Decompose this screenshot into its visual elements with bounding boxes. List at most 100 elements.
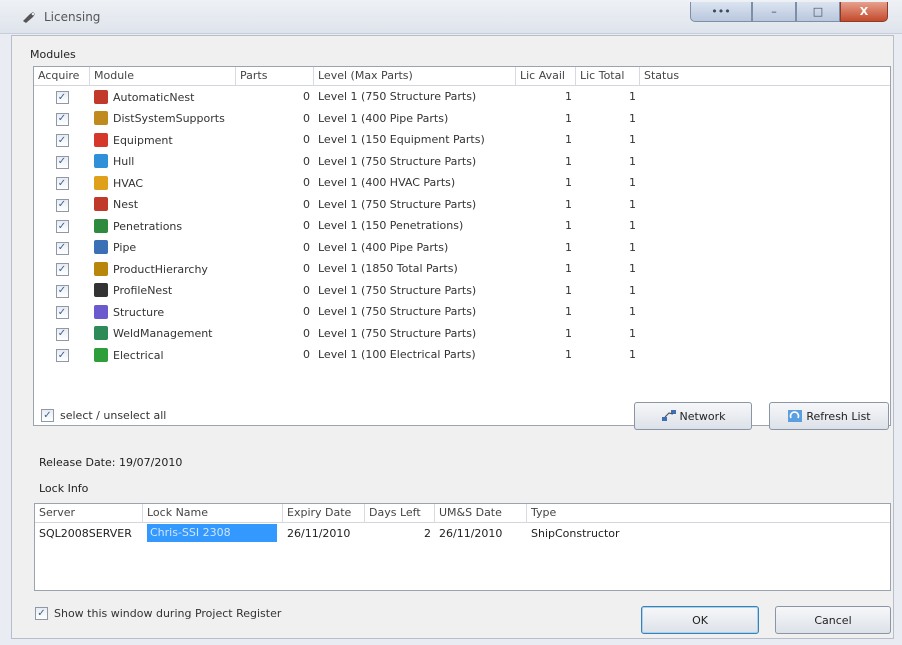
acquire-checkbox[interactable]: ✓: [55, 134, 69, 147]
column-header-lic-total[interactable]: Lic Total: [576, 67, 640, 86]
acquire-checkbox[interactable]: ✓: [55, 284, 69, 298]
acquire-cell: ✓: [34, 90, 90, 104]
lock-info-row[interactable]: SQL2008SERVER Chris-SSI 2308 26/11/2010 …: [35, 523, 890, 543]
column-header-module[interactable]: Module: [90, 67, 236, 86]
module-name: Pipe: [113, 241, 137, 255]
select-all-checkbox[interactable]: ✓ select / unselect all: [41, 409, 166, 422]
maximize-button[interactable]: □: [796, 2, 840, 22]
modules-list-header: Acquire Module Parts Level (Max Parts) L…: [34, 67, 890, 86]
show-window-checkbox[interactable]: ✓ Show this window during Project Regist…: [35, 607, 281, 620]
lic-total-cell: 1: [629, 348, 636, 362]
modules-list-body: ✓ AutomaticNest 0 Level 1 (750 Structure Pa…: [34, 86, 890, 366]
column-header-parts[interactable]: Parts: [236, 67, 314, 86]
module-row[interactable]: ✓ Penetrations 0 Level 1 (150 Penetrations)…: [34, 215, 890, 237]
acquire-checkbox[interactable]: ✓: [55, 327, 69, 341]
select-all-check-icon[interactable]: ✓: [41, 409, 54, 422]
acquire-checkbox[interactable]: ✓: [55, 220, 69, 233]
lic-avail-cell: 1: [565, 283, 572, 297]
lic-total-cell: 1: [629, 90, 636, 104]
module-row[interactable]: ✓ WeldManagement 0 Level 1 (750 Structure P…: [34, 323, 890, 345]
module-name: Nest: [113, 198, 139, 212]
acquire-cell: ✓: [34, 219, 90, 233]
ok-button[interactable]: OK: [641, 606, 759, 634]
modules-section-label: Modules: [30, 48, 76, 61]
lock-days-left-cell: 2: [424, 526, 431, 540]
weldmanagement-icon: [94, 326, 108, 341]
refresh-list-button[interactable]: Refresh List: [769, 402, 889, 430]
acquire-checkbox[interactable]: ✓: [55, 155, 69, 169]
structure-icon: [94, 304, 108, 319]
modules-list[interactable]: Acquire Module Parts Level (Max Parts) L…: [33, 66, 891, 426]
lic-total-cell: 1: [629, 111, 636, 125]
module-row[interactable]: ✓ Equipment 0 Level 1 (150 Equipment Parts)…: [34, 129, 890, 151]
module-row[interactable]: ✓ Nest 0 Level 1 (750 Structure Parts) 1 1: [34, 194, 890, 216]
column-header-expiry-date[interactable]: Expiry Date: [283, 504, 365, 523]
module-row[interactable]: ✓ DistSystemSupports 0 Level 1 (400 Pipe Pa…: [34, 108, 890, 130]
module-row[interactable]: ✓ Structure 0 Level 1 (750 Structure Parts)…: [34, 301, 890, 323]
lock-expiry-cell: 26/11/2010: [287, 526, 351, 540]
module-row[interactable]: ✓ ProfileNest 0 Level 1 (750 Structure Part…: [34, 280, 890, 302]
hull-icon: [94, 154, 108, 169]
acquire-cell: ✓: [34, 283, 90, 298]
parts-cell: 0: [303, 219, 310, 233]
acquire-checkbox[interactable]: ✓: [55, 198, 69, 212]
module-name: AutomaticNest: [113, 90, 195, 104]
cancel-button[interactable]: Cancel: [775, 606, 891, 634]
column-header-ums-date[interactable]: UM&S Date: [435, 504, 527, 523]
module-name: Hull: [113, 155, 135, 169]
producthierarchy-icon: [94, 261, 108, 276]
column-header-level[interactable]: Level (Max Parts): [314, 67, 516, 86]
column-header-acquire[interactable]: Acquire: [34, 67, 90, 86]
parts-cell: 0: [303, 240, 310, 254]
lock-name-selected[interactable]: Chris-SSI 2308: [147, 524, 277, 542]
column-header-type[interactable]: Type: [527, 504, 890, 523]
acquire-checkbox[interactable]: ✓: [55, 177, 69, 190]
column-header-days-left[interactable]: Days Left: [365, 504, 435, 523]
column-header-server[interactable]: Server: [35, 504, 143, 523]
lic-total-cell: 1: [629, 197, 636, 211]
acquire-checkbox[interactable]: ✓: [55, 306, 69, 319]
module-cell: Hull: [90, 154, 236, 169]
lic-avail-cell: 1: [565, 219, 572, 233]
lock-info-list[interactable]: Server Lock Name Expiry Date Days Left U…: [34, 503, 891, 591]
window-extra-button[interactable]: •••: [690, 2, 752, 22]
level-cell: Level 1 (750 Structure Parts): [318, 326, 477, 340]
column-header-lic-avail[interactable]: Lic Avail: [516, 67, 576, 86]
electrical-icon: [94, 347, 108, 362]
module-name: DistSystemSupports: [113, 112, 225, 126]
module-row[interactable]: ✓ AutomaticNest 0 Level 1 (750 Structure Pa…: [34, 86, 890, 108]
module-name: Structure: [113, 305, 165, 319]
level-cell: Level 1 (750 Structure Parts): [318, 283, 477, 297]
lic-avail-cell: 1: [565, 176, 572, 190]
acquire-cell: ✓: [34, 240, 90, 255]
lic-total-cell: 1: [629, 283, 636, 297]
acquire-checkbox[interactable]: ✓: [55, 263, 69, 276]
acquire-checkbox[interactable]: ✓: [55, 349, 69, 362]
lic-avail-cell: 1: [565, 90, 572, 104]
network-button[interactable]: Network: [634, 402, 752, 430]
module-name: WeldManagement: [113, 327, 213, 341]
module-row[interactable]: ✓ ProductHierarchy 0 Level 1 (1850 Total Pa…: [34, 258, 890, 280]
acquire-cell: ✓: [34, 326, 90, 341]
parts-cell: 0: [303, 111, 310, 125]
show-window-check-icon[interactable]: ✓: [35, 607, 48, 620]
close-button[interactable]: X: [840, 2, 888, 22]
module-row[interactable]: ✓ Pipe 0 Level 1 (400 Pipe Parts) 1 1: [34, 237, 890, 259]
module-row[interactable]: ✓ Electrical 0 Level 1 (100 Electrical Part…: [34, 344, 890, 366]
minimize-button[interactable]: –: [752, 2, 796, 22]
module-cell: Equipment: [90, 132, 236, 147]
lic-avail-cell: 1: [565, 305, 572, 319]
module-row[interactable]: ✓ HVAC 0 Level 1 (400 HVAC Parts) 1 1: [34, 172, 890, 194]
lic-total-cell: 1: [629, 326, 636, 340]
refresh-list-label: Refresh List: [806, 409, 871, 423]
acquire-checkbox[interactable]: ✓: [55, 91, 69, 104]
acquire-checkbox[interactable]: ✓: [55, 112, 69, 126]
acquire-cell: ✓: [34, 262, 90, 276]
acquire-checkbox[interactable]: ✓: [55, 241, 69, 255]
distsystemsupports-icon: [94, 111, 108, 126]
module-row[interactable]: ✓ Hull 0 Level 1 (750 Structure Parts) 1 1: [34, 151, 890, 173]
column-header-lock-name[interactable]: Lock Name: [143, 504, 283, 523]
module-cell: Pipe: [90, 240, 236, 255]
window-controls: ••• – □ X: [690, 2, 888, 22]
column-header-status[interactable]: Status: [640, 67, 890, 86]
